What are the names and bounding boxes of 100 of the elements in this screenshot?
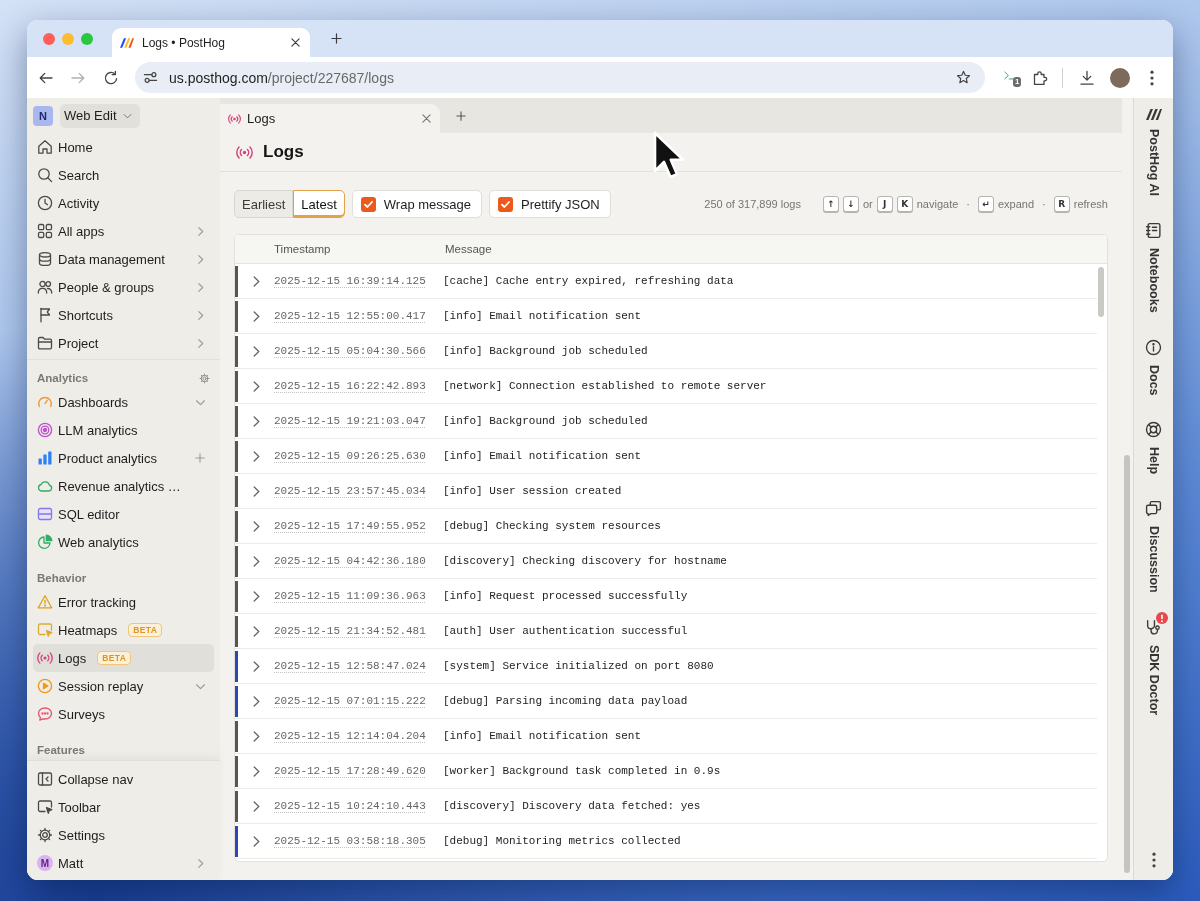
nav-item[interactable]: Session replay xyxy=(33,672,214,700)
download-icon[interactable] xyxy=(1079,69,1095,86)
nav-item[interactable]: Activity xyxy=(33,189,214,217)
message-cell: [discovery] Discovery data fetched: yes xyxy=(443,800,701,812)
chevron-icon[interactable] xyxy=(252,275,260,287)
key-cap: ↓ xyxy=(842,196,859,212)
nav-item[interactable]: SQL editor xyxy=(33,500,214,528)
workspace-avatar: N xyxy=(33,105,53,126)
chevron-icon[interactable] xyxy=(252,450,260,462)
nav-item[interactable]: Revenue analytics … xyxy=(33,472,214,500)
puzzle-icon[interactable] xyxy=(1032,69,1048,86)
nav-item[interactable]: Surveys xyxy=(33,700,214,728)
chevron-icon[interactable] xyxy=(252,765,260,777)
chevron-icon[interactable] xyxy=(252,835,260,847)
chevron-icon[interactable] xyxy=(252,485,260,497)
chat-bubbles-icon xyxy=(1145,500,1162,518)
nav-item[interactable]: Toolbar xyxy=(33,793,214,821)
broadcast-icon xyxy=(228,113,241,124)
chevron-icon[interactable] xyxy=(252,415,260,427)
home-icon xyxy=(37,139,53,155)
cloud-icon xyxy=(37,478,53,494)
chevron-icon[interactable] xyxy=(252,520,260,532)
plus-icon[interactable] xyxy=(456,110,466,121)
nav-item[interactable]: Settings xyxy=(33,821,214,849)
beta-badge: BETA xyxy=(128,623,163,637)
nav-item[interactable]: Logs BETA xyxy=(33,644,214,672)
nav-item[interactable]: M Matt xyxy=(33,849,214,877)
terminal-icon[interactable] xyxy=(1003,69,1014,81)
chevron-icon[interactable] xyxy=(252,660,260,672)
nav-item[interactable]: Dashboards xyxy=(33,388,214,416)
close-icon[interactable] xyxy=(291,38,300,47)
table-icon xyxy=(37,506,53,522)
timestamp-cell: 2025-12-15 21:34:52.481 xyxy=(274,625,426,637)
nav-item[interactable]: Shortcuts xyxy=(33,301,214,329)
key-cap: K xyxy=(896,196,913,212)
chevron-icon[interactable] xyxy=(252,800,260,812)
info-icon xyxy=(1145,338,1162,356)
side-panel-tab[interactable]: PostHog AI xyxy=(1135,102,1172,215)
address-bar[interactable]: us.posthog.com/project/227687/logs xyxy=(135,62,985,93)
settings-icon xyxy=(37,827,53,843)
tune-icon[interactable] xyxy=(143,70,158,85)
chevron-icon[interactable] xyxy=(252,695,260,707)
nav-item[interactable]: Product analytics xyxy=(33,444,214,472)
nav-item[interactable]: Collapse nav xyxy=(33,765,214,793)
chevron-icon[interactable] xyxy=(252,590,260,602)
nav-item[interactable]: People & groups xyxy=(33,273,214,301)
side-panel-tab[interactable]: Help xyxy=(1135,414,1172,494)
avatar-photo[interactable] xyxy=(1110,67,1130,88)
browser-tab[interactable]: Logs • PostHog xyxy=(112,28,310,57)
nav-item[interactable]: Error tracking xyxy=(33,588,214,616)
chevron-icon[interactable] xyxy=(252,555,260,567)
nav-item[interactable]: Web analytics xyxy=(33,528,214,556)
log-count: 250 of 317,899 logs xyxy=(704,198,801,210)
nav-item[interactable]: LLM analytics xyxy=(33,416,214,444)
scrollbar-thumb[interactable] xyxy=(1098,267,1104,317)
message-cell: [info] Request processed successfully xyxy=(443,590,688,602)
scrollbar-thumb[interactable] xyxy=(1124,455,1130,873)
shortcut-label: expand xyxy=(998,198,1035,210)
chevron-icon[interactable] xyxy=(252,730,260,742)
lifebuoy-icon xyxy=(1145,421,1162,439)
window-pointer-icon xyxy=(37,799,53,815)
beta-badge: BETA xyxy=(97,651,132,665)
workspace-switcher[interactable]: Web Edit xyxy=(60,103,140,128)
separator: · xyxy=(966,198,970,210)
option-toggle[interactable]: Wrap message xyxy=(351,190,482,218)
chevron-icon[interactable] xyxy=(252,310,260,322)
section-title: Features xyxy=(37,744,85,756)
nav-item[interactable]: Search xyxy=(33,161,214,189)
nav-item[interactable]: All apps xyxy=(33,217,214,245)
settings-icon[interactable] xyxy=(199,372,210,384)
message-cell: [info] Email notification sent xyxy=(443,310,642,322)
reload-icon[interactable] xyxy=(103,69,119,86)
sort-order-button[interactable]: Latest xyxy=(293,190,345,218)
column-header[interactable]: Timestamp xyxy=(274,243,331,255)
page-tab[interactable]: Logs xyxy=(220,104,440,133)
nav-item[interactable]: Data management xyxy=(33,245,214,273)
timestamp-cell: 2025-12-15 12:14:04.204 xyxy=(274,730,426,742)
extension-badge: 1 xyxy=(1013,76,1022,87)
more-icon[interactable] xyxy=(1151,852,1156,868)
timestamp-cell: 2025-12-15 16:39:14.125 xyxy=(274,275,426,287)
column-header[interactable]: Message xyxy=(445,243,492,255)
timestamp-cell: 2025-12-15 19:21:03.047 xyxy=(274,415,426,427)
side-panel-tab[interactable]: Docs xyxy=(1135,331,1172,415)
side-panel-tab[interactable]: SDK Doctor xyxy=(1135,611,1172,734)
warning-icon xyxy=(37,594,53,610)
chevron-icon[interactable] xyxy=(252,625,260,637)
star-icon[interactable] xyxy=(956,70,971,85)
clock-icon xyxy=(37,195,53,211)
more-icon[interactable] xyxy=(1150,69,1154,86)
side-panel-tab[interactable]: Notebooks xyxy=(1135,214,1172,332)
chevron-icon[interactable] xyxy=(252,345,260,357)
plus-icon[interactable] xyxy=(331,33,342,44)
option-toggle[interactable]: Prettify JSON xyxy=(488,190,611,218)
sort-order-button[interactable]: Earliest xyxy=(234,190,294,218)
nav-item[interactable]: Heatmaps BETA xyxy=(33,616,214,644)
window-pointer-icon xyxy=(37,622,53,638)
chevron-icon[interactable] xyxy=(252,380,260,392)
nav-item[interactable]: Home xyxy=(33,133,214,161)
side-panel-tab[interactable]: Discussion xyxy=(1135,493,1172,612)
nav-item[interactable]: Project xyxy=(33,329,214,357)
